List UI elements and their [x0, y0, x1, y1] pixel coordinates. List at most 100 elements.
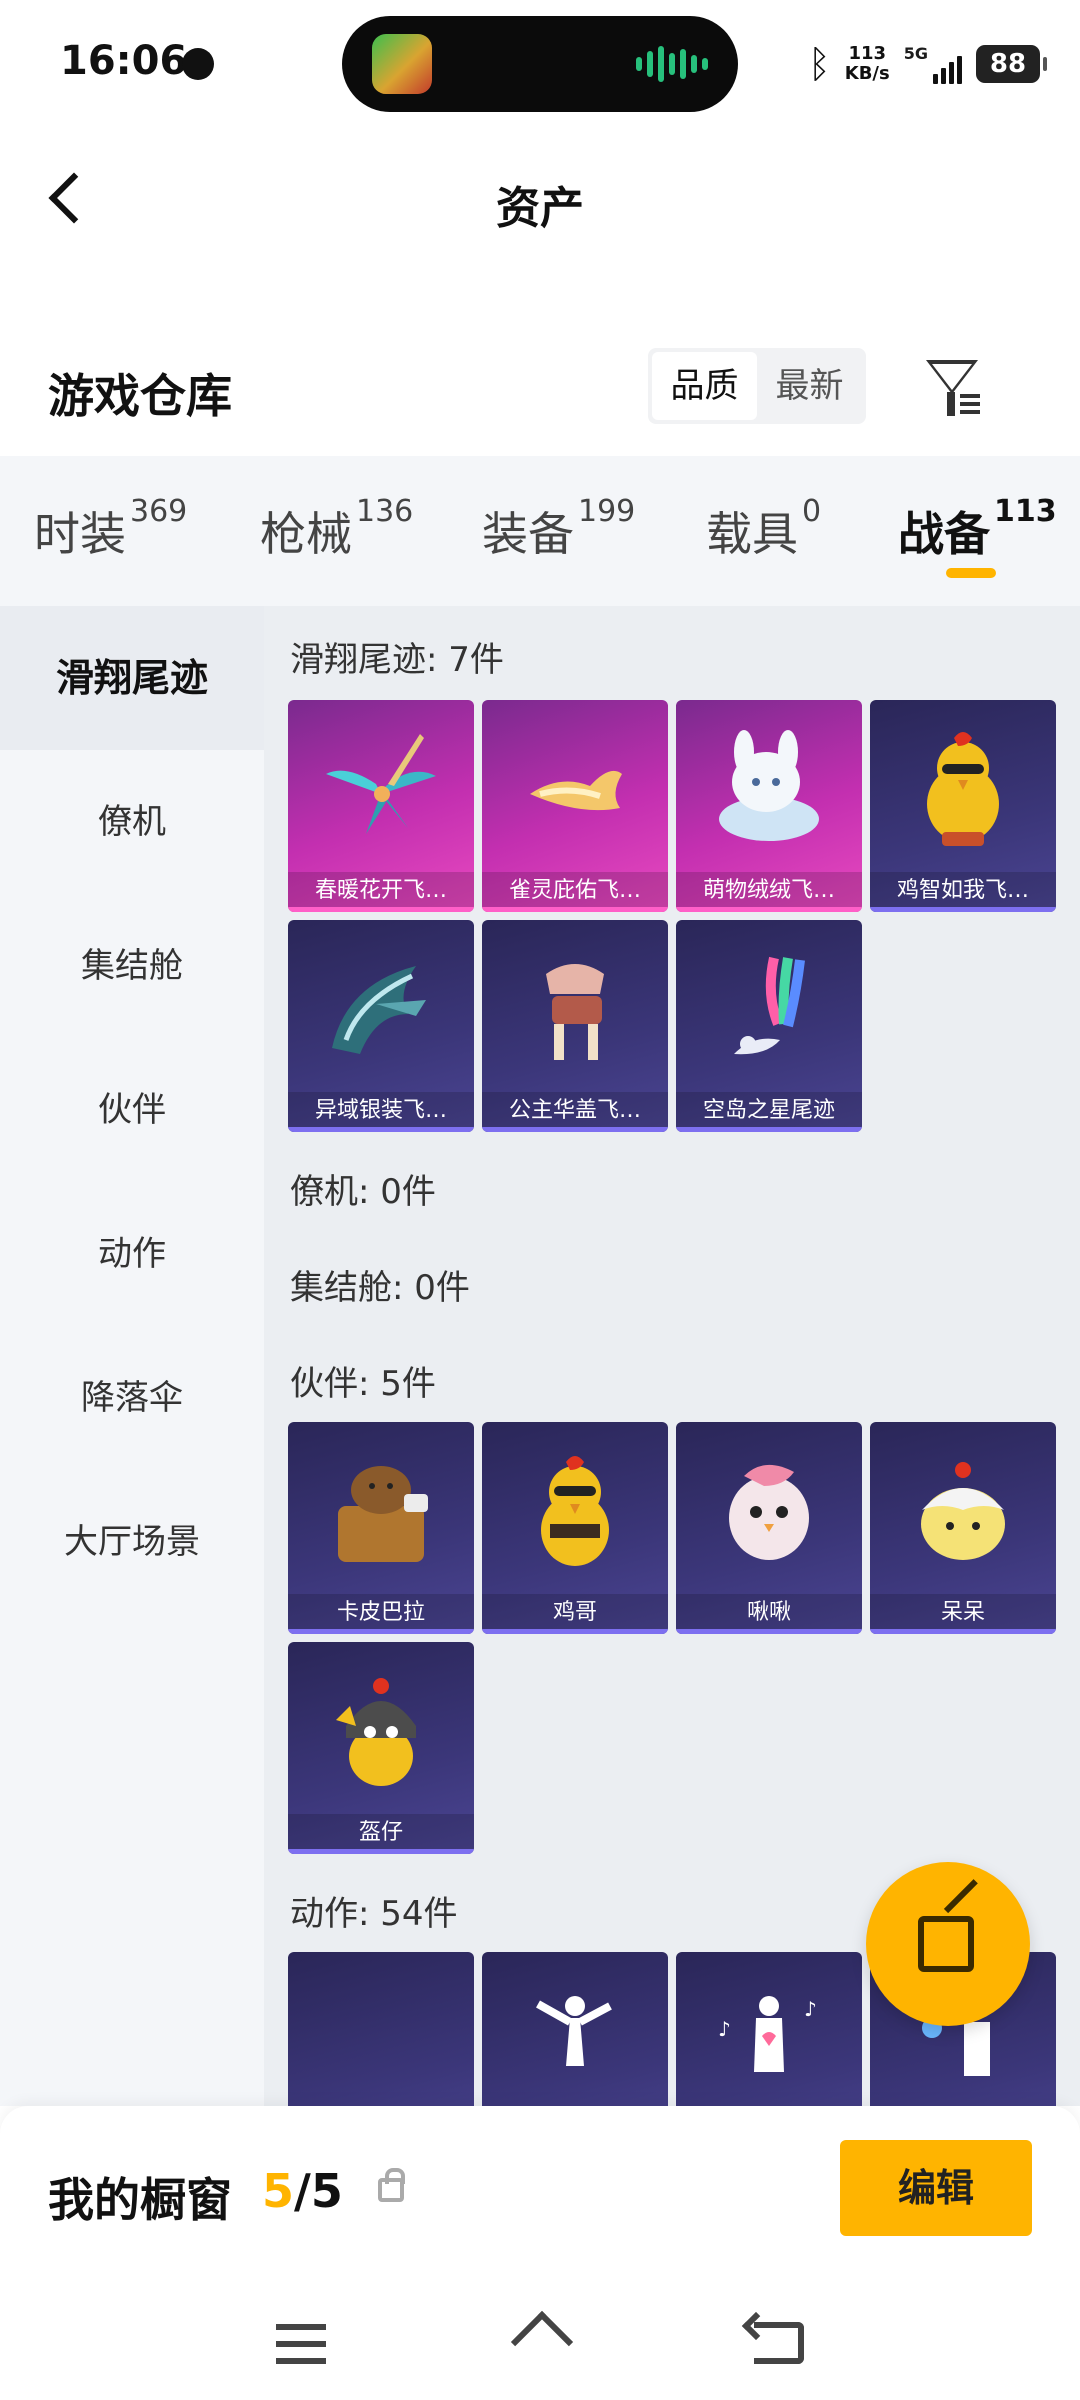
tab-count: 199 [578, 494, 636, 529]
item-name: 萌物绒绒飞… [676, 872, 862, 912]
app-icon [372, 34, 432, 94]
tab-count: 136 [356, 494, 414, 529]
tab-equipment[interactable]: 装备 199 [482, 494, 635, 564]
item-card[interactable]: 雀灵庇佑飞… [482, 700, 668, 912]
sidebar-item-parachute[interactable]: 降落伞 [0, 1326, 264, 1470]
sort-newest-button[interactable]: 最新 [757, 352, 862, 420]
tab-count: 113 [994, 494, 1057, 529]
menu-icon[interactable] [276, 2324, 326, 2364]
dynamic-island[interactable] [342, 16, 738, 112]
item-card[interactable]: 空岛之星尾迹 [676, 920, 862, 1132]
tab-label: 枪械 [260, 507, 352, 561]
tab-label: 战备 [898, 507, 990, 561]
showcase-bar: 我的橱窗 5/5 编辑 [0, 2106, 1080, 2286]
item-card[interactable]: 卡皮巴拉 [288, 1422, 474, 1634]
section-title-companion: 伙伴: 5件 [290, 1364, 436, 1404]
item-name: 盔仔 [288, 1814, 474, 1854]
tab-label: 装备 [482, 507, 574, 561]
bunny-trail-icon [719, 730, 819, 841]
tab-label: 时装 [34, 507, 126, 561]
item-card[interactable] [482, 1952, 668, 2106]
item-name: 鸡哥 [482, 1594, 668, 1634]
item-name: 鸡智如我飞… [870, 872, 1056, 912]
tab-vehicles[interactable]: 载具 0 [706, 494, 821, 564]
status-icons: ᛒ 113 KB/s 5G 88 [807, 36, 1047, 92]
item-card[interactable]: 公主华盖飞… [482, 920, 668, 1132]
tab-fashion[interactable]: 时装 369 [34, 494, 187, 564]
item-card[interactable]: 春暖花开飞… [288, 700, 474, 912]
tab-count: 369 [130, 494, 188, 529]
status-time: 16:06 [60, 38, 188, 84]
item-name: 雀灵庇佑飞… [482, 872, 668, 912]
lock-icon [378, 2168, 405, 2202]
showcase-separator: / [294, 2164, 311, 2218]
page-header: 资产 [0, 130, 1080, 260]
item-card[interactable] [288, 1952, 474, 2106]
signal-icon: 5G [904, 44, 962, 84]
network-type: 5G [903, 44, 928, 63]
capybara-icon [338, 1466, 428, 1562]
pink-bird-icon [729, 1464, 809, 1560]
showcase-count: 5/5 [262, 2164, 343, 2218]
item-card[interactable]: 盔仔 [288, 1642, 474, 1854]
sort-quality-button[interactable]: 品质 [652, 352, 757, 420]
heart-pose-icon: ♪ ♪ [718, 1996, 817, 2072]
item-name: 春暖花开飞… [288, 872, 474, 912]
sidebar-item-wingman[interactable]: 僚机 [0, 750, 264, 894]
sidebar-item-lobby-scene[interactable]: 大厅场景 [0, 1470, 264, 1614]
bluetooth-icon: ᛒ [807, 42, 831, 86]
item-card[interactable]: 鸡智如我飞… [870, 700, 1056, 912]
network-speed-unit: KB/s [844, 63, 890, 84]
item-card[interactable]: 呆呆 [870, 1422, 1056, 1634]
sidebar-item-companion[interactable]: 伙伴 [0, 1038, 264, 1182]
page-title: 资产 [496, 183, 584, 234]
audio-wave-icon [636, 46, 708, 82]
butterfly-trail-icon [326, 734, 436, 834]
showcase-label: 我的橱窗 [48, 2173, 232, 2227]
item-name: 公主华盖飞… [482, 1092, 668, 1132]
tab-guns[interactable]: 枪械 136 [260, 494, 413, 564]
item-card[interactable]: 异域银装飞… [288, 920, 474, 1132]
sidebar-item-assembly-pod[interactable]: 集结舱 [0, 894, 264, 1038]
active-tab-indicator [946, 568, 996, 578]
star-trail-icon [734, 956, 805, 1055]
item-name: 异域银装飞… [288, 1092, 474, 1132]
section-title-glide-trail: 滑翔尾迹: 7件 [290, 640, 504, 680]
item-card[interactable]: 鸡哥 [482, 1422, 668, 1634]
canopy-trail-icon [546, 964, 604, 1060]
silver-wing-trail-icon [332, 966, 426, 1054]
dance-pose-icon [536, 1996, 612, 2066]
edit-button[interactable]: 编辑 [840, 2140, 1032, 2236]
warehouse-title: 游戏仓库 [48, 369, 232, 423]
filter-icon[interactable] [922, 356, 986, 420]
network-speed-value: 113 [848, 43, 887, 64]
item-card[interactable]: 啾啾 [676, 1422, 862, 1634]
tab-battle-gear[interactable]: 战备 113 [898, 494, 1057, 564]
sidebar-item-emote[interactable]: 动作 [0, 1182, 264, 1326]
home-icon[interactable] [510, 2318, 570, 2368]
section-title-assembly-pod: 集结舱: 0件 [290, 1268, 470, 1308]
item-card[interactable]: ♪ ♪ [676, 1952, 862, 2106]
back-icon[interactable] [754, 2322, 804, 2364]
sidebar-item-glide-trail[interactable]: 滑翔尾迹 [0, 606, 264, 750]
item-name: 卡皮巴拉 [288, 1594, 474, 1634]
egg-chick-icon [921, 1462, 1005, 1560]
item-name: 空岛之星尾迹 [676, 1092, 862, 1132]
chicken-trail-icon [927, 732, 999, 846]
section-title-wingman: 僚机: 0件 [290, 1172, 436, 1212]
sidebar: 滑翔尾迹 僚机 集结舱 伙伴 动作 降落伞 大厅场景 [0, 606, 264, 2106]
showcase-current: 5 [262, 2164, 295, 2218]
tab-label: 载具 [706, 507, 798, 561]
battery-icon: 88 [976, 45, 1047, 83]
item-card[interactable]: 萌物绒绒飞… [676, 700, 862, 912]
share-external-icon[interactable] [866, 1862, 1030, 2026]
section-title-emote: 动作: 54件 [290, 1894, 458, 1934]
system-nav-bar [0, 2286, 1080, 2400]
showcase-total: 5 [310, 2164, 343, 2218]
golden-bird-trail-icon [530, 770, 622, 811]
item-name: 呆呆 [870, 1594, 1056, 1634]
svg-text:♪: ♪ [804, 1997, 817, 2021]
sort-toggle: 品质 最新 [648, 348, 866, 424]
tab-count: 0 [802, 494, 822, 529]
globe-icon [182, 48, 214, 80]
